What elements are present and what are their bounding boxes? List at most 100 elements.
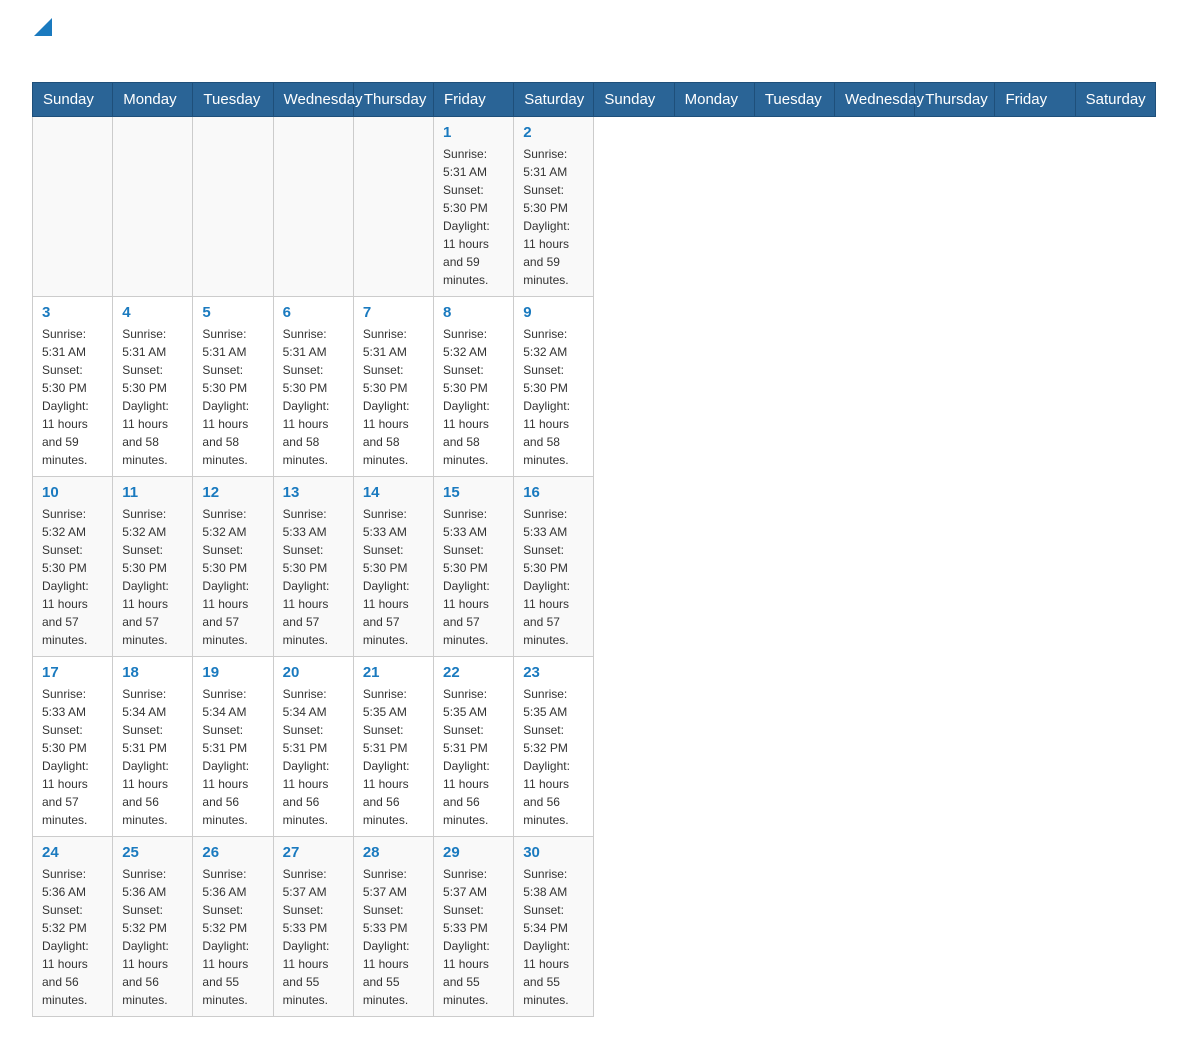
day-number: 10 bbox=[42, 484, 103, 501]
day-info: Sunrise: 5:35 AM Sunset: 5:31 PM Dayligh… bbox=[443, 685, 504, 829]
header-friday: Friday bbox=[434, 83, 514, 117]
day-info: Sunrise: 5:33 AM Sunset: 5:30 PM Dayligh… bbox=[443, 505, 504, 649]
day-cell: 9 Sunrise: 5:32 AM Sunset: 5:30 PM Daylig… bbox=[514, 297, 594, 477]
logo-triangle-icon bbox=[34, 18, 52, 36]
col-header-thursday: Thursday bbox=[915, 83, 995, 117]
day-number: 4 bbox=[122, 304, 183, 321]
logo bbox=[32, 24, 52, 64]
day-cell: 8Sunrise: 5:32 AM Sunset: 5:30 PM Daylig… bbox=[434, 297, 514, 477]
day-info: Sunrise: 5:34 AM Sunset: 5:31 PM Dayligh… bbox=[283, 685, 344, 829]
day-number: 20 bbox=[283, 664, 344, 681]
day-cell: 1 Sunrise: 5:31 AM Sunset: 5:30 PM Daylig… bbox=[434, 117, 514, 297]
day-info: Sunrise: 5:31 AM Sunset: 5:30 PM Dayligh… bbox=[283, 325, 344, 469]
day-info: Sunrise: 5:32 AM Sunset: 5:30 PM Dayligh… bbox=[202, 505, 263, 649]
day-cell: 24Sunrise: 5:36 AM Sunset: 5:32 PM Dayli… bbox=[33, 837, 113, 1017]
day-cell: 29 Sunrise: 5:37 AM Sunset: 5:33 PM Dayli… bbox=[434, 837, 514, 1017]
day-info: Sunrise: 5:34 AM Sunset: 5:31 PM Dayligh… bbox=[202, 685, 263, 829]
day-cell: 30 Sunrise: 5:38 AM Sunset: 5:34 PM Dayli… bbox=[514, 837, 594, 1017]
day-cell: 7 Sunrise: 5:31 AM Sunset: 5:30 PM Daylig… bbox=[353, 297, 433, 477]
day-info: Sunrise: 5:33 AM Sunset: 5:30 PM Dayligh… bbox=[363, 505, 424, 649]
col-header-tuesday: Tuesday bbox=[754, 83, 834, 117]
week-row-1: 1 Sunrise: 5:31 AM Sunset: 5:30 PM Daylig… bbox=[33, 117, 1156, 297]
day-cell: 15 Sunrise: 5:33 AM Sunset: 5:30 PM Dayli… bbox=[434, 477, 514, 657]
day-info: Sunrise: 5:36 AM Sunset: 5:32 PM Dayligh… bbox=[202, 865, 263, 1009]
day-cell bbox=[273, 117, 353, 297]
day-info: Sunrise: 5:32 AM Sunset: 5:30 PM Dayligh… bbox=[443, 325, 504, 469]
day-cell: 6 Sunrise: 5:31 AM Sunset: 5:30 PM Daylig… bbox=[273, 297, 353, 477]
day-number: 12 bbox=[202, 484, 263, 501]
day-cell: 25 Sunrise: 5:36 AM Sunset: 5:32 PM Dayli… bbox=[113, 837, 193, 1017]
day-info: Sunrise: 5:31 AM Sunset: 5:30 PM Dayligh… bbox=[202, 325, 263, 469]
day-cell: 18 Sunrise: 5:34 AM Sunset: 5:31 PM Dayli… bbox=[113, 657, 193, 837]
day-info: Sunrise: 5:32 AM Sunset: 5:30 PM Dayligh… bbox=[122, 505, 183, 649]
day-number: 18 bbox=[122, 664, 183, 681]
day-info: Sunrise: 5:33 AM Sunset: 5:30 PM Dayligh… bbox=[523, 505, 584, 649]
day-number: 6 bbox=[283, 304, 344, 321]
day-cell bbox=[113, 117, 193, 297]
day-cell bbox=[353, 117, 433, 297]
day-info: Sunrise: 5:37 AM Sunset: 5:33 PM Dayligh… bbox=[363, 865, 424, 1009]
day-cell: 11 Sunrise: 5:32 AM Sunset: 5:30 PM Dayli… bbox=[113, 477, 193, 657]
day-cell: 20 Sunrise: 5:34 AM Sunset: 5:31 PM Dayli… bbox=[273, 657, 353, 837]
page-header bbox=[32, 24, 1156, 64]
day-number: 30 bbox=[523, 844, 584, 861]
day-number: 29 bbox=[443, 844, 504, 861]
day-info: Sunrise: 5:37 AM Sunset: 5:33 PM Dayligh… bbox=[283, 865, 344, 1009]
day-info: Sunrise: 5:33 AM Sunset: 5:30 PM Dayligh… bbox=[42, 685, 103, 829]
day-cell: 26Sunrise: 5:36 AM Sunset: 5:32 PM Dayli… bbox=[193, 837, 273, 1017]
day-info: Sunrise: 5:34 AM Sunset: 5:31 PM Dayligh… bbox=[122, 685, 183, 829]
header-sunday: Sunday bbox=[33, 83, 113, 117]
day-cell: 14 Sunrise: 5:33 AM Sunset: 5:30 PM Dayli… bbox=[353, 477, 433, 657]
day-cell: 4 Sunrise: 5:31 AM Sunset: 5:30 PM Daylig… bbox=[113, 297, 193, 477]
day-number: 21 bbox=[363, 664, 424, 681]
week-row-4: 17 Sunrise: 5:33 AM Sunset: 5:30 PM Dayli… bbox=[33, 657, 1156, 837]
day-info: Sunrise: 5:37 AM Sunset: 5:33 PM Dayligh… bbox=[443, 865, 504, 1009]
col-header-monday: Monday bbox=[674, 83, 754, 117]
day-number: 1 bbox=[443, 124, 504, 141]
day-cell: 23 Sunrise: 5:35 AM Sunset: 5:32 PM Dayli… bbox=[514, 657, 594, 837]
day-cell: 17 Sunrise: 5:33 AM Sunset: 5:30 PM Dayli… bbox=[33, 657, 113, 837]
day-info: Sunrise: 5:31 AM Sunset: 5:30 PM Dayligh… bbox=[523, 145, 584, 289]
day-number: 7 bbox=[363, 304, 424, 321]
col-header-friday: Friday bbox=[995, 83, 1075, 117]
day-cell bbox=[193, 117, 273, 297]
day-info: Sunrise: 5:33 AM Sunset: 5:30 PM Dayligh… bbox=[283, 505, 344, 649]
day-number: 13 bbox=[283, 484, 344, 501]
day-number: 23 bbox=[523, 664, 584, 681]
col-header-wednesday: Wednesday bbox=[835, 83, 915, 117]
day-info: Sunrise: 5:32 AM Sunset: 5:30 PM Dayligh… bbox=[42, 505, 103, 649]
day-info: Sunrise: 5:35 AM Sunset: 5:32 PM Dayligh… bbox=[523, 685, 584, 829]
day-number: 27 bbox=[283, 844, 344, 861]
day-cell: 10 Sunrise: 5:32 AM Sunset: 5:30 PM Dayli… bbox=[33, 477, 113, 657]
day-number: 17 bbox=[42, 664, 103, 681]
day-number: 15 bbox=[443, 484, 504, 501]
day-info: Sunrise: 5:38 AM Sunset: 5:34 PM Dayligh… bbox=[523, 865, 584, 1009]
day-info: Sunrise: 5:36 AM Sunset: 5:32 PM Dayligh… bbox=[42, 865, 103, 1009]
day-cell: 28Sunrise: 5:37 AM Sunset: 5:33 PM Dayli… bbox=[353, 837, 433, 1017]
day-number: 14 bbox=[363, 484, 424, 501]
day-cell: 12 Sunrise: 5:32 AM Sunset: 5:30 PM Dayli… bbox=[193, 477, 273, 657]
col-header-saturday: Saturday bbox=[1075, 83, 1155, 117]
day-cell: 3Sunrise: 5:31 AM Sunset: 5:30 PM Daylig… bbox=[33, 297, 113, 477]
day-number: 25 bbox=[122, 844, 183, 861]
day-info: Sunrise: 5:32 AM Sunset: 5:30 PM Dayligh… bbox=[523, 325, 584, 469]
day-info: Sunrise: 5:31 AM Sunset: 5:30 PM Dayligh… bbox=[363, 325, 424, 469]
day-info: Sunrise: 5:35 AM Sunset: 5:31 PM Dayligh… bbox=[363, 685, 424, 829]
day-cell: 16Sunrise: 5:33 AM Sunset: 5:30 PM Dayli… bbox=[514, 477, 594, 657]
day-number: 22 bbox=[443, 664, 504, 681]
day-number: 9 bbox=[523, 304, 584, 321]
day-number: 11 bbox=[122, 484, 183, 501]
day-info: Sunrise: 5:31 AM Sunset: 5:30 PM Dayligh… bbox=[443, 145, 504, 289]
day-number: 5 bbox=[202, 304, 263, 321]
day-cell bbox=[33, 117, 113, 297]
day-cell: 2Sunrise: 5:31 AM Sunset: 5:30 PM Daylig… bbox=[514, 117, 594, 297]
day-info: Sunrise: 5:36 AM Sunset: 5:32 PM Dayligh… bbox=[122, 865, 183, 1009]
day-cell: 5 Sunrise: 5:31 AM Sunset: 5:30 PM Daylig… bbox=[193, 297, 273, 477]
week-row-5: 24Sunrise: 5:36 AM Sunset: 5:32 PM Dayli… bbox=[33, 837, 1156, 1017]
week-row-2: 3Sunrise: 5:31 AM Sunset: 5:30 PM Daylig… bbox=[33, 297, 1156, 477]
header-monday: Monday bbox=[113, 83, 193, 117]
week-row-3: 10 Sunrise: 5:32 AM Sunset: 5:30 PM Dayli… bbox=[33, 477, 1156, 657]
header-tuesday: Tuesday bbox=[193, 83, 273, 117]
day-info: Sunrise: 5:31 AM Sunset: 5:30 PM Dayligh… bbox=[122, 325, 183, 469]
header-wednesday: Wednesday bbox=[273, 83, 353, 117]
